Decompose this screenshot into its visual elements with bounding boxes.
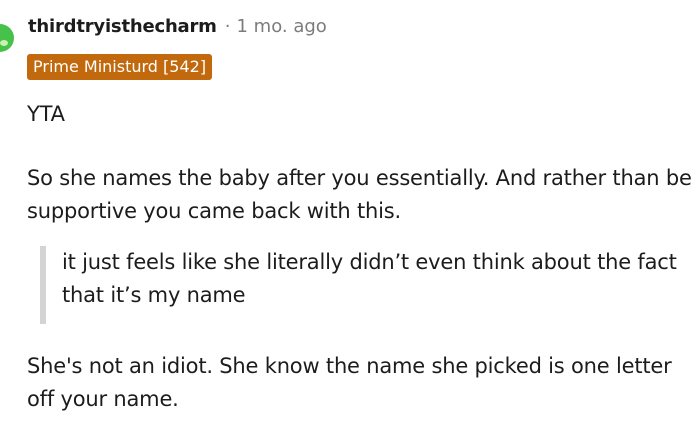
comment-header: thirdtryisthecharm · 1 mo. ago [28,16,327,37]
comment-paragraph-closing: She's not an idiot. She know the name sh… [27,354,672,411]
comment-paragraph-verdict: YTA [27,102,65,126]
username-link[interactable]: thirdtryisthecharm [28,16,217,37]
blockquote: it just feels like she literally didn’t … [40,246,700,324]
blockquote-text: it just feels like she literally didn’t … [62,250,677,307]
meta-separator: · [224,16,231,37]
timestamp-link[interactable]: 1 mo. ago [236,16,326,37]
comment-paragraph-body: So she names the baby after you essentia… [27,166,692,223]
avatar[interactable] [0,24,14,52]
comment-meta: · 1 mo. ago [225,16,327,37]
avatar-icon [0,40,8,46]
user-flair: Prime Ministurd [542] [27,54,213,80]
